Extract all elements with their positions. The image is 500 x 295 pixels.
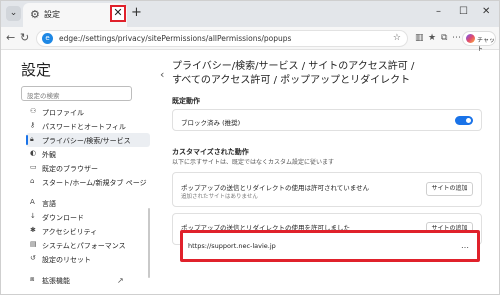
system-icon: ▤ [30, 240, 37, 248]
sidebar-item-label: プライバシー/検索/サービス [42, 137, 131, 145]
address-bar[interactable]: e edge://settings/privacy/sitePermission… [36, 30, 408, 47]
blocked-sites-card: ポップアップの送信とリダイレクトの使用は許可されていません 追加されたサイトはあ… [172, 172, 482, 207]
sidebar-item-default-browser[interactable]: ▭ 既定のブラウザー [26, 161, 150, 175]
sidebar-item-label: ダウンロード [42, 214, 84, 222]
page-title-line2: すべてのアクセス許可 / ポップアップとリダイレクト [172, 75, 411, 86]
sidebar-item-label: プロファイル [42, 109, 84, 117]
close-icon[interactable]: ✕ [112, 6, 124, 19]
accessibility-icon: ✱ [30, 226, 36, 234]
sidebar-item-label: スタート/ホーム/新規タブ ページ [42, 179, 147, 187]
copilot-chat-button[interactable]: チャット [462, 31, 496, 53]
site-more-icon[interactable]: … [461, 241, 469, 250]
default-behavior-card: ブロック済み (推奨) [172, 109, 482, 131]
settings-sidebar: 設定 設定の検索 ⚇ プロファイル ⚷ パスワードとオートフィル 🔒︎ プライバ… [0, 51, 150, 295]
sidebar-item-label: 拡張機能 [42, 277, 70, 285]
settings-search-input[interactable]: 設定の検索 [21, 86, 132, 101]
custom-behavior-heading: カスタマイズされた動作 [172, 148, 249, 156]
extension-icon: ⧈ [30, 275, 35, 283]
sidebar-title: 設定 [21, 61, 52, 79]
reset-icon: ↺ [30, 254, 36, 262]
custom-behavior-subtext: 以下に示すサイトは、既定ではなくカスタム設定に従います [172, 159, 335, 166]
maximize-icon[interactable]: ☐ [459, 6, 468, 18]
sidebar-item-label: アクセシビリティ [42, 228, 98, 236]
tab-strip: ⌄ ⚙ 設定 ✕ + – ☐ ✕ [0, 0, 500, 27]
allowed-site-url: https://support.nec-lavie.jp [188, 242, 276, 250]
key-icon: ⚷ [30, 121, 36, 129]
tab-title: 設定 [44, 10, 60, 19]
sidebar-item-label: 言語 [42, 200, 56, 208]
minimize-icon[interactable]: – [436, 6, 441, 18]
language-icon: A [30, 198, 35, 206]
page-title-line1: プライバシー/検索/サービス / サイトのアクセス許可 / [172, 61, 415, 72]
back-chevron-icon[interactable]: ‹ [160, 68, 164, 81]
default-behavior-heading: 既定動作 [172, 97, 200, 105]
blocked-toggle-label: ブロック済み (推奨) [181, 119, 241, 127]
blocked-sites-text: ポップアップの送信とリダイレクトの使用は許可されていません [181, 184, 370, 192]
browser-toolbar: ← ↻ e edge://settings/privacy/sitePermis… [0, 27, 500, 53]
blocked-toggle[interactable] [455, 116, 473, 125]
refresh-icon[interactable]: ↻ [20, 32, 29, 44]
copilot-icon [466, 34, 475, 43]
appearance-icon: ◐ [30, 149, 37, 157]
sidebar-item-extensions[interactable]: ⧈ 拡張機能 [26, 273, 150, 287]
sidebar-item-downloads[interactable]: ↓ ダウンロード [26, 210, 150, 224]
sidebar-item-languages[interactable]: A 言語 [26, 196, 150, 210]
sidebar-item-profile[interactable]: ⚇ プロファイル [26, 105, 150, 119]
page-title: プライバシー/検索/サービス / サイトのアクセス許可 / すべてのアクセス許可… [172, 60, 492, 88]
gear-icon: ⚙ [30, 8, 40, 21]
sidebar-item-privacy[interactable]: 🔒︎ プライバシー/検索/サービス [26, 133, 150, 147]
favorites-icon[interactable]: ★ [428, 33, 436, 43]
sidebar-item-label: 外観 [42, 151, 56, 159]
edge-logo-icon: e [42, 33, 53, 44]
sidebar-item-accessibility[interactable]: ✱ アクセシビリティ [26, 224, 150, 238]
collections-icon[interactable]: ⧉ [441, 33, 447, 43]
window-close-icon[interactable]: ✕ [482, 6, 490, 18]
sidebar-item-start-home[interactable]: ⌂ スタート/ホーム/新規タブ ページ [26, 175, 150, 189]
tab-close-highlight[interactable]: ✕ [110, 5, 126, 22]
split-screen-icon[interactable]: ▥ [415, 33, 424, 43]
new-tab-plus-icon[interactable]: + [131, 6, 142, 19]
external-link-icon: ↗ [117, 276, 124, 285]
favorite-star-icon[interactable]: ☆ [393, 33, 401, 43]
sidebar-item-label: 設定のリセット [42, 256, 91, 264]
blocked-sites-subtext: 追加されたサイトはありません [181, 194, 258, 200]
more-menu-icon[interactable]: ⋯ [452, 33, 461, 43]
sidebar-item-label: システムとパフォーマンス [42, 242, 126, 250]
sidebar-item-label: パスワードとオートフィル [42, 123, 126, 131]
back-arrow-icon[interactable]: ← [6, 32, 15, 44]
sidebar-item-passwords[interactable]: ⚷ パスワードとオートフィル [26, 119, 150, 133]
address-url[interactable]: edge://settings/privacy/sitePermissions/… [59, 34, 291, 43]
home-icon: ⌂ [30, 177, 35, 185]
browser-icon: ▭ [30, 163, 37, 171]
person-icon: ⚇ [30, 107, 37, 115]
sidebar-item-appearance[interactable]: ◐ 外観 [26, 147, 150, 161]
lock-icon: 🔒︎ [30, 135, 34, 143]
allowed-site-row[interactable]: https://support.nec-lavie.jp … [180, 230, 480, 262]
sidebar-item-system[interactable]: ▤ システムとパフォーマンス [26, 238, 150, 252]
tab-actions-menu-icon[interactable]: ⌄ [6, 6, 21, 21]
add-blocked-site-button[interactable]: サイトの追加 [426, 182, 473, 196]
sidebar-item-label: 既定のブラウザー [42, 165, 98, 173]
download-icon: ↓ [30, 212, 36, 220]
sidebar-item-reset[interactable]: ↺ 設定のリセット [26, 252, 150, 266]
